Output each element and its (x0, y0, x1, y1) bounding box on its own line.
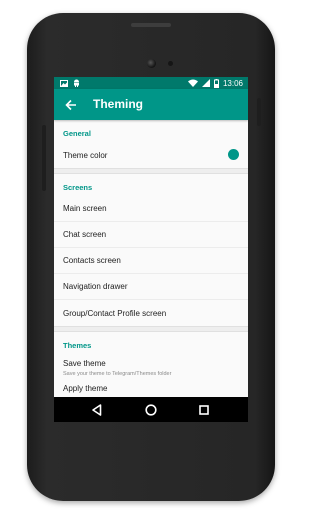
page-title: Theming (93, 97, 143, 111)
signal-icon (201, 79, 210, 87)
recents-square-icon[interactable] (197, 403, 211, 417)
status-bar-left (60, 79, 80, 87)
proximity-sensor (168, 61, 173, 66)
theme-color-label: Theme color (63, 150, 108, 160)
front-camera (147, 59, 156, 68)
earpiece-speaker (131, 23, 171, 27)
save-theme-subtitle: Save your theme to Telegram/Themes folde… (63, 371, 172, 377)
volume-button (42, 125, 46, 191)
save-theme-title: Save theme (63, 359, 106, 368)
status-bar-right: 13:06 (187, 78, 243, 88)
list-item-label: Chat screen (63, 230, 107, 239)
toolbar: Theming (54, 89, 248, 120)
theme-color-swatch[interactable] (228, 149, 239, 160)
theme-color-row[interactable]: Theme color (54, 142, 248, 168)
status-bar: 13:06 (54, 77, 248, 89)
arrow-back-icon[interactable] (64, 98, 78, 112)
battery-icon (213, 78, 219, 88)
list-item-profile-screen[interactable]: Group/Contact Profile screen (54, 300, 248, 326)
section-header-general: General (63, 129, 91, 138)
section-header-screens: Screens (63, 183, 93, 192)
navigation-bar (54, 397, 248, 422)
wifi-icon (187, 79, 198, 87)
save-theme-item[interactable]: Save theme Save your theme to Telegram/T… (54, 354, 248, 384)
list-item-label: Navigation drawer (63, 282, 128, 291)
list-item-main-screen[interactable]: Main screen (54, 196, 248, 222)
list-item-navigation-drawer[interactable]: Navigation drawer (54, 274, 248, 300)
apply-theme-item[interactable]: Apply theme (54, 384, 248, 396)
status-time: 13:06 (222, 78, 243, 88)
list-item-label: Main screen (63, 204, 107, 213)
list-item-chat-screen[interactable]: Chat screen (54, 222, 248, 248)
screen: 13:06 Theming General Theme color Screen… (54, 77, 248, 422)
power-button (257, 98, 261, 126)
back-triangle-icon[interactable] (90, 403, 104, 417)
list-item-label: Group/Contact Profile screen (63, 308, 167, 318)
list-item-label: Contacts screen (63, 256, 121, 265)
section-header-themes: Themes (63, 341, 92, 350)
home-circle-icon[interactable] (144, 403, 158, 417)
list-item-contacts-screen[interactable]: Contacts screen (54, 248, 248, 274)
android-icon (74, 79, 79, 87)
image-icon (60, 79, 68, 87)
